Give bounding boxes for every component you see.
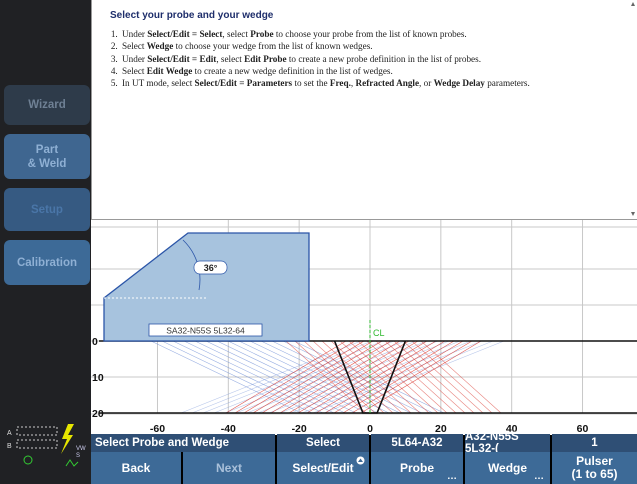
help-step: Select Edit Wedge to create a new wedge … <box>120 65 630 77</box>
next-button-label: Next <box>215 460 242 475</box>
sidebar-item-label: Wizard <box>28 99 66 111</box>
help-step: Select Wedge to choose your wedge from t… <box>120 40 630 52</box>
probe-wedge-plot: CL 36° SA32-N55S 5L32-64 -60 -40 -20 0 20 40 60 0 1… <box>91 219 637 435</box>
more-icon: … <box>447 471 457 482</box>
help-step: Under Select/Edit = Select, select Probe… <box>120 28 630 40</box>
centerline-label: CL <box>373 328 385 338</box>
status-indicators: A B VW S <box>7 424 86 467</box>
plot-svg: CL36°SA32-N55S 5L32-64-60 -40 -20 0 20 40 6001… <box>91 220 637 435</box>
svg-text:B: B <box>7 443 12 450</box>
pulser-button-label: Pulser (1 to 65) <box>571 454 618 481</box>
svg-text:A: A <box>7 430 12 437</box>
help-title: Select your probe and your wedge <box>110 10 274 21</box>
pulser-button[interactable]: Pulser (1 to 65) <box>552 452 637 484</box>
select-edit-label: Select/Edit <box>292 460 354 475</box>
status-probe-value: 5L64-A32 <box>371 434 463 452</box>
left-panel: Wizard Part & Weld Setup Calibration A B… <box>0 0 91 484</box>
sidebar-item-setup[interactable]: Setup <box>4 188 90 231</box>
select-edit-button[interactable]: Select/Edit <box>277 452 369 484</box>
sidebar-item-label: Setup <box>31 203 63 216</box>
angle-label: 36° <box>204 263 218 273</box>
wedge-label: SA32-N55S 5L32-64 <box>166 326 245 336</box>
back-button-label: Back <box>121 460 151 475</box>
sidebar-item-label: Part & Weld <box>27 143 67 170</box>
status-pulser-value: 1 <box>552 434 637 452</box>
sidebar-item-calibration[interactable]: Calibration <box>4 240 90 285</box>
probe-button[interactable]: Probe … <box>371 452 463 484</box>
status-wedge-value: A32-N55S 5L32-( <box>465 431 550 455</box>
sidebar-item-wizard[interactable]: Wizard <box>4 85 90 125</box>
help-scrollbar[interactable] <box>631 2 635 216</box>
sidebar-item-part-weld[interactable]: Part & Weld <box>4 134 90 179</box>
y-tick-label: 0 <box>92 336 98 348</box>
probe-button-label: Probe <box>399 460 434 475</box>
power-icon <box>61 424 74 454</box>
next-button[interactable]: Next <box>183 452 275 484</box>
clock-icon <box>23 455 33 465</box>
back-button[interactable]: Back <box>91 452 181 484</box>
y-tick-label: 10 <box>92 372 104 384</box>
wedge-button-label: Wedge <box>487 460 528 475</box>
status-mode: Select Probe and Wedge <box>91 434 275 452</box>
more-icon: … <box>534 471 544 482</box>
help-panel: Select your probe and your wedge Under S… <box>91 0 637 219</box>
sidebar-item-label: Calibration <box>16 256 78 269</box>
help-steps: Under Select/Edit = Select, select Probe… <box>105 28 630 89</box>
wedge-button[interactable]: Wedge … <box>465 452 550 484</box>
svg-text:S: S <box>76 453 80 459</box>
help-step: Under Select/Edit = Edit, select Edit Pr… <box>120 53 630 65</box>
svg-text:VW: VW <box>76 446 86 452</box>
signal-icon <box>65 459 79 467</box>
help-step: In UT mode, select Select/Edit = Paramet… <box>120 77 630 89</box>
y-tick-label: 20 <box>92 408 104 420</box>
status-select-value: Select <box>277 434 369 452</box>
toggle-icon <box>356 456 365 465</box>
